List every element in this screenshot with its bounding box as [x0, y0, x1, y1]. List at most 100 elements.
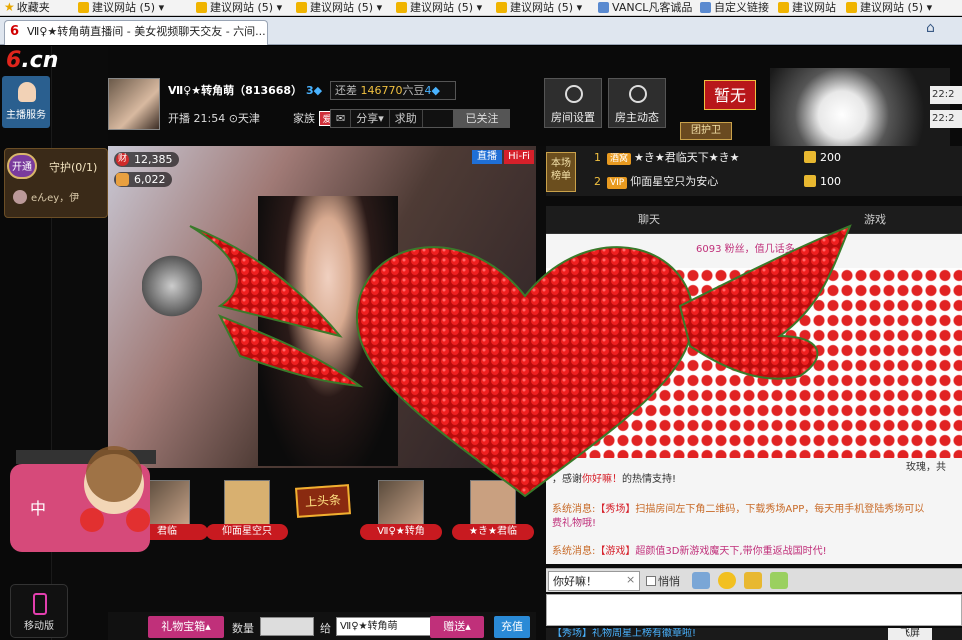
- site-logo[interactable]: 6.cn: [6, 48, 58, 73]
- anchor-avatar-icon: [18, 82, 36, 102]
- hifi-badge[interactable]: Hi-Fi: [504, 150, 534, 164]
- favorite-link[interactable]: 建议网站 (5) ▾: [396, 0, 482, 15]
- leaderboard-row[interactable]: 1 酒窝 ★き★君临天下★き★ 200: [594, 148, 841, 168]
- chat-message: 6093 粉丝，值几话多: [696, 244, 795, 255]
- tab-bar: 6 Ⅶ♀★转角萌直播间 - 美女视频聊天交友 - 六间... ⌂: [0, 17, 962, 45]
- folder-icon: [778, 2, 789, 13]
- phone-icon: [33, 593, 47, 615]
- fly-screen-button[interactable]: 飞屏: [888, 628, 932, 640]
- time-fields: 22:2 22:2: [930, 86, 962, 136]
- whisper-checkbox[interactable]: 悄悄: [646, 573, 680, 589]
- favorite-link[interactable]: 自定义链接: [700, 0, 769, 15]
- chat-panel: 6093 粉丝，值几话多 玫瑰，共 ，感谢你好嘛！的热情支持! 系统消息:【秀场…: [546, 234, 962, 564]
- favorite-link[interactable]: VANCL凡客诚品: [598, 0, 692, 15]
- chat-input-bar: × 悄悄: [546, 568, 962, 592]
- favorite-link[interactable]: 建议网站 (5) ▾: [78, 0, 164, 15]
- svg-text:中: 中: [30, 499, 46, 518]
- chat-textarea[interactable]: [546, 594, 962, 626]
- quantity-input[interactable]: [260, 617, 314, 636]
- home-icon[interactable]: ⌂: [926, 20, 942, 36]
- gift-box-button[interactable]: 礼物宝箱▴: [148, 616, 224, 638]
- folder-icon: [846, 2, 857, 13]
- header-tools: ✉ 分享▾ 求助: [330, 109, 454, 128]
- rose-gift-animation: [546, 268, 962, 458]
- live-badge: 直播: [472, 150, 502, 164]
- follow-button[interactable]: 已关注: [454, 109, 510, 128]
- checkbox-icon: [646, 576, 656, 586]
- folder-icon: [396, 2, 407, 13]
- vip-emoji-icon[interactable]: [744, 572, 762, 589]
- system-message: 系统消息:【秀场】扫描房间左下角二维码，下载秀场APP，每天用手机登陆秀场可以: [552, 504, 925, 515]
- favorite-link[interactable]: 建议网站 (5) ▾: [496, 0, 582, 15]
- tab-game[interactable]: 游戏: [864, 206, 886, 234]
- folder-icon: [296, 2, 307, 13]
- seat-avatar: [378, 480, 424, 528]
- time-field[interactable]: 22:2: [930, 110, 962, 128]
- guard-user[interactable]: eんey，伊: [13, 189, 79, 204]
- anchor-service-button[interactable]: 主播服务: [2, 76, 50, 128]
- host-avatar[interactable]: [108, 78, 160, 130]
- share-button[interactable]: 分享▾: [351, 110, 390, 127]
- live-start-time: 开播 21:54 ⊙天津: [168, 112, 260, 125]
- clear-icon[interactable]: ×: [626, 573, 635, 586]
- favorite-link[interactable]: 建议网站 (5) ▾: [846, 0, 932, 15]
- recipient-label: 给: [320, 622, 331, 635]
- seat[interactable]: Ⅶ♀★转角: [360, 476, 442, 542]
- browser-tab[interactable]: 6 Ⅶ♀★转角萌直播间 - 美女视频聊天交友 - 六间...: [4, 20, 268, 45]
- room-header: Ⅶ♀★转角萌（813668） 3◆ 还差 146770六豆4◆ 开播 21:54…: [108, 46, 962, 146]
- seat-avatar: [470, 480, 516, 528]
- sticker-icon[interactable]: [770, 572, 788, 589]
- chat-message: ，感谢你好嘛！的热情支持!: [552, 474, 677, 485]
- image-icon[interactable]: [692, 572, 710, 589]
- seat-row: 君临 仰面星空只 上头条 Ⅶ♀★转角 ★き★君临: [108, 476, 536, 576]
- cartoon-decoration: 中: [10, 446, 156, 552]
- open-guard-button[interactable]: 开通: [7, 153, 37, 179]
- system-message: 费礼物哦!: [552, 518, 597, 529]
- quantity-label: 数量: [232, 622, 254, 635]
- gift-count: 6,022: [114, 172, 172, 187]
- leaderboard-tag: 本场榜单: [546, 152, 576, 192]
- star-icon: ★: [4, 0, 15, 14]
- bears-banner-image: [770, 68, 950, 146]
- gear-icon: [565, 85, 583, 103]
- gift-icon: [116, 173, 129, 186]
- seat[interactable]: 仰面星空只: [206, 476, 288, 542]
- host-video-image: [258, 196, 398, 466]
- favorite-link[interactable]: 建议网站 (5) ▾: [196, 0, 282, 15]
- send-gift-button[interactable]: 赠送▴: [430, 616, 484, 638]
- diamond-icon: ◆: [313, 84, 323, 97]
- chat-message: 玫瑰，共: [906, 462, 946, 473]
- tab-chat[interactable]: 聊天: [638, 206, 660, 234]
- coin-icon: [804, 151, 816, 163]
- location-pin-icon: ⊙: [228, 112, 238, 125]
- favorites-bar: ★ 收藏夹 建议网站 (5) ▾ 建议网站 (5) ▾ 建议网站 (5) ▾ 建议…: [0, 0, 962, 16]
- video-player[interactable]: 财 12,385 6,022 直播 Hi-Fi: [108, 146, 536, 468]
- guard-tag[interactable]: 团护卫: [680, 122, 732, 140]
- leaderboard: 本场榜单 1 酒窝 ★き★君临天下★き★ 200 2 VIP 仰面星空只为安心 100: [546, 146, 962, 196]
- level-progress: 还差 146770六豆4◆: [330, 81, 456, 100]
- seat[interactable]: ★き★君临: [452, 476, 534, 542]
- recipient-select[interactable]: Ⅶ♀★转角萌: [336, 617, 432, 636]
- favorite-link[interactable]: 建议网站 (5) ▾: [296, 0, 382, 15]
- host-name: Ⅶ♀★转角萌（813668） 3◆: [168, 84, 323, 97]
- coin-icon: [804, 175, 816, 187]
- favorite-link[interactable]: 建议网站: [778, 0, 836, 15]
- mobile-version-button[interactable]: 移动版: [10, 584, 68, 638]
- leaderboard-row[interactable]: 2 VIP 仰面星空只为安心 100: [594, 172, 841, 192]
- emoji-icon[interactable]: [718, 572, 736, 589]
- user-icon: [629, 85, 647, 103]
- page-icon: [598, 2, 609, 13]
- pause-status: 暂无: [704, 80, 756, 110]
- folder-icon: [196, 2, 207, 13]
- folder-icon: [78, 2, 89, 13]
- help-button[interactable]: 求助: [390, 110, 423, 127]
- host-dynamics-button[interactable]: 房主动态: [608, 78, 666, 128]
- site-favicon-icon: 6: [10, 24, 20, 39]
- time-field[interactable]: 22:2: [930, 86, 962, 104]
- room-settings-button[interactable]: 房间设置: [544, 78, 602, 128]
- system-message: 系统消息:【游戏】超颜值3D新游戏魔天下,带你重返战国时代!: [552, 546, 827, 557]
- headline-button[interactable]: 上头条: [295, 484, 351, 518]
- message-icon[interactable]: ✉: [331, 110, 352, 127]
- favorites-button[interactable]: ★ 收藏夹: [4, 0, 50, 15]
- recharge-button[interactable]: 充值: [494, 616, 530, 638]
